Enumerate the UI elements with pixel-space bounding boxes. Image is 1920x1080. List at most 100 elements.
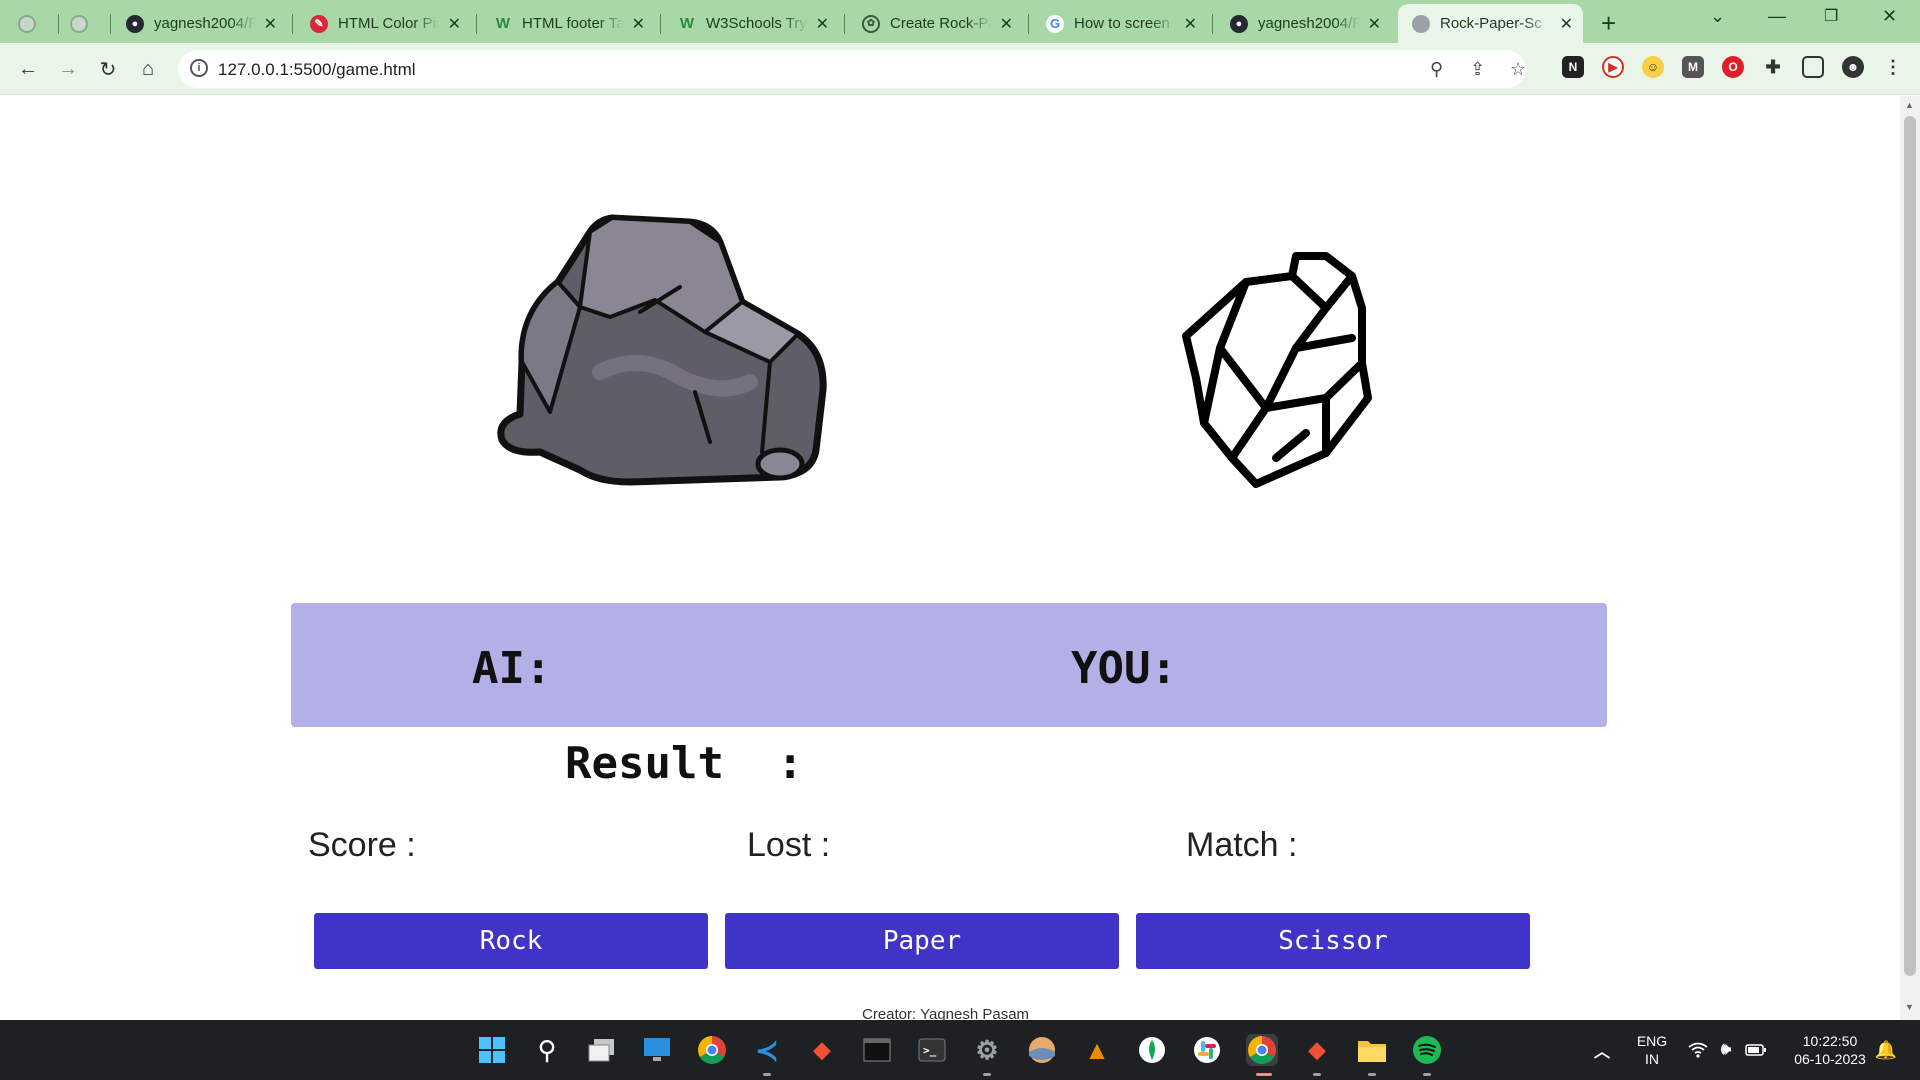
close-icon[interactable]: ✕	[632, 14, 645, 34]
close-icon[interactable]: ✕	[264, 14, 277, 34]
share-icon[interactable]: ⇪	[1470, 59, 1485, 80]
tab-title: Create Rock-Pa	[890, 15, 992, 32]
page-scrollbar[interactable]: ▲ ▼	[1900, 96, 1920, 1020]
running-indicator	[763, 1073, 771, 1076]
scroll-up-arrow-icon[interactable]: ▲	[1905, 100, 1914, 110]
choices-panel: AI: YOU:	[291, 603, 1607, 727]
extensions-puzzle-icon[interactable]: ✚	[1762, 56, 1784, 78]
terminal-icon[interactable]	[861, 1034, 893, 1066]
slack-icon[interactable]	[1191, 1034, 1223, 1066]
scroll-down-arrow-icon[interactable]: ▼	[1905, 1002, 1914, 1012]
profile-avatar[interactable]: ☻	[1842, 56, 1864, 78]
running-indicator	[1368, 1073, 1376, 1076]
url-path: :5500/game.html	[288, 60, 416, 79]
windows-terminal-icon[interactable]: >_	[916, 1034, 948, 1066]
w3schools-icon: W	[495, 15, 511, 32]
browser-toolbar: ← → ↻ ⌂ i 127.0.0.1:5500/game.html ⚲ ⇪ ☆…	[0, 43, 1920, 95]
tab-title: How to screen	[1074, 15, 1170, 32]
battery-icon[interactable]	[1740, 1034, 1772, 1066]
close-icon[interactable]: ✕	[1560, 14, 1573, 34]
forward-arrow-icon[interactable]: →	[54, 55, 82, 83]
restore-button[interactable]: ❐	[1824, 6, 1838, 26]
running-indicator	[1423, 1073, 1431, 1076]
tab-github-2[interactable]: ● yagnesh2004/R ✕	[1216, 4, 1391, 43]
smiley-extension-icon[interactable]: ☺	[1642, 56, 1664, 78]
reload-icon[interactable]: ↻	[94, 55, 122, 83]
file-explorer-icon[interactable]	[1356, 1034, 1388, 1066]
game-page: AI: YOU: Result : Score : Lost : Match :…	[0, 96, 1900, 1020]
side-panel-icon[interactable]	[1802, 56, 1824, 78]
tab-google-search[interactable]: G How to screen ✕	[1032, 4, 1207, 43]
spotify-icon[interactable]	[1411, 1034, 1443, 1066]
result-label: Result :	[565, 738, 804, 789]
opera-extension-icon[interactable]: O	[1722, 56, 1744, 78]
task-view-icon[interactable]	[586, 1034, 618, 1066]
tab-rock-paper-scissor[interactable]: Rock-Paper-Sc ✕	[1398, 4, 1583, 43]
tab-separator	[110, 14, 111, 34]
tab-html-footer[interactable]: W HTML footer Ta ✕	[480, 4, 655, 43]
chevron-up-icon[interactable]: ︿	[1586, 1034, 1618, 1066]
tab-separator	[1028, 14, 1029, 34]
chrome-icon[interactable]	[696, 1034, 728, 1066]
language-indicator[interactable]: ENG IN	[1630, 1032, 1674, 1068]
tab-search-chevron-icon[interactable]: ⌄	[1710, 6, 1725, 27]
vscode-icon[interactable]: ≺	[751, 1034, 783, 1066]
tab-title: HTML Color Pic	[338, 15, 440, 32]
new-tab-button[interactable]: +	[1601, 8, 1616, 39]
paper-button[interactable]: Paper	[725, 913, 1119, 969]
address-bar[interactable]: i 127.0.0.1:5500/game.html ⚲ ⇪ ☆	[178, 50, 1526, 88]
zoom-icon[interactable]: ⚲	[1430, 59, 1443, 80]
close-icon[interactable]: ✕	[1368, 14, 1381, 34]
tab-group-icon	[18, 14, 36, 33]
close-icon[interactable]: ✕	[1184, 14, 1197, 34]
ai-choice-label: AI:	[472, 643, 552, 694]
tab-title: HTML footer Ta	[522, 15, 624, 32]
windows-start-icon[interactable]	[476, 1034, 508, 1066]
tab-github-1[interactable]: ● yagnesh2004/R ✕	[112, 4, 287, 43]
tab-title: yagnesh2004/R	[154, 15, 256, 32]
scissor-button[interactable]: Scissor	[1136, 913, 1530, 969]
url-host: 127.0.0.1	[218, 60, 289, 79]
extension-m-icon[interactable]: M	[1682, 56, 1704, 78]
windows-taskbar: ⚲ ≺ ◆ >_ ⚙ ▲ ◆ ︿ ENG IN 🕪 10:22:50 06-10…	[0, 1020, 1920, 1080]
menu-kebab-icon[interactable]: ⋮	[1882, 56, 1904, 78]
mongodb-icon[interactable]	[1136, 1034, 1168, 1066]
rock-button[interactable]: Rock	[314, 913, 708, 969]
tab-separator	[58, 14, 59, 34]
vlc-icon[interactable]: ▲	[1081, 1034, 1113, 1066]
chrome-profile-icon[interactable]	[1246, 1034, 1278, 1066]
bookmark-star-icon[interactable]: ☆	[1510, 59, 1526, 80]
globe-icon	[1412, 14, 1430, 33]
home-icon[interactable]: ⌂	[134, 55, 162, 83]
notion-icon[interactable]: N	[1562, 56, 1584, 78]
desktop-icon[interactable]	[641, 1034, 673, 1066]
weather-icon[interactable]	[1026, 1034, 1058, 1066]
git-icon[interactable]: ◆	[806, 1034, 838, 1066]
notification-bell-icon[interactable]: 🔔	[1870, 1034, 1902, 1066]
tab-group-icon	[70, 14, 88, 33]
w3schools-icon: W	[679, 15, 695, 32]
search-icon[interactable]: ⚲	[531, 1034, 563, 1066]
tab-w3schools-tryit[interactable]: W W3Schools Tryi ✕	[664, 4, 839, 43]
site-info-icon[interactable]: i	[190, 59, 208, 77]
settings-gear-icon[interactable]: ⚙	[971, 1034, 1003, 1066]
close-icon[interactable]: ✕	[448, 14, 461, 34]
close-icon[interactable]: ✕	[1000, 14, 1013, 34]
minimize-button[interactable]: —	[1768, 6, 1786, 27]
git-gui-icon[interactable]: ◆	[1301, 1034, 1333, 1066]
video-recorder-icon[interactable]: ▶	[1602, 56, 1624, 78]
tab-chatgpt[interactable]: ✿ Create Rock-Pa ✕	[848, 4, 1023, 43]
close-window-button[interactable]: ✕	[1882, 6, 1897, 27]
clock[interactable]: 10:22:50 06-10-2023	[1782, 1032, 1878, 1068]
pinned-tab-2[interactable]	[62, 4, 106, 43]
url-text[interactable]: 127.0.0.1:5500/game.html	[218, 60, 416, 80]
paper-image	[1182, 252, 1372, 488]
scrollbar-thumb[interactable]	[1904, 116, 1916, 976]
tab-title: yagnesh2004/R	[1258, 15, 1360, 32]
color-picker-icon: ✎	[310, 14, 328, 33]
close-icon[interactable]: ✕	[816, 14, 829, 34]
back-arrow-icon[interactable]: ←	[14, 55, 42, 83]
volume-icon[interactable]: 🕪	[1710, 1034, 1742, 1066]
pinned-tab-1[interactable]	[10, 4, 54, 43]
tab-color-picker[interactable]: ✎ HTML Color Pic ✕	[296, 4, 471, 43]
